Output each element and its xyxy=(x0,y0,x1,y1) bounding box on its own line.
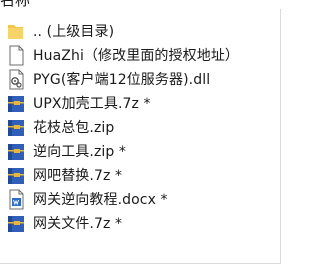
archive-icon xyxy=(6,116,26,138)
file-name: 网关文件.7z * xyxy=(33,216,123,232)
list-item-archive[interactable]: 网吧替换.7z * xyxy=(6,163,250,187)
file-list: .. (上级目录) HuaZhi（修改里面的授权地址） PYG(客户端12位服务… xyxy=(6,19,250,235)
archive-icon xyxy=(6,140,26,162)
list-item-archive[interactable]: UPX加壳工具.7z * xyxy=(6,91,250,115)
dll-file-icon xyxy=(6,68,26,90)
archive-icon xyxy=(6,212,26,234)
file-name: 逆向工具.zip * xyxy=(33,144,127,160)
list-item-text-file[interactable]: HuaZhi（修改里面的授权地址） xyxy=(6,43,250,67)
file-name: HuaZhi（修改里面的授权地址） xyxy=(33,48,240,64)
file-name: PYG(客户端12位服务器).dll xyxy=(33,72,211,88)
file-name: 网吧替换.7z * xyxy=(33,168,123,184)
text-file-icon xyxy=(6,44,26,66)
archive-icon xyxy=(6,164,26,186)
list-item-archive[interactable]: 网关文件.7z * xyxy=(6,211,250,235)
file-name: 网关逆向教程.docx * xyxy=(33,192,168,208)
column-header-name[interactable]: 名称 xyxy=(0,0,30,8)
list-item-parent-directory[interactable]: .. (上级目录) xyxy=(6,19,250,43)
file-list-pane: .. (上级目录) HuaZhi（修改里面的授权地址） PYG(客户端12位服务… xyxy=(0,9,281,264)
archive-icon xyxy=(6,92,26,114)
list-item-archive[interactable]: 花枝总包.zip xyxy=(6,115,250,139)
list-item-dll-file[interactable]: PYG(客户端12位服务器).dll xyxy=(6,67,250,91)
file-name: UPX加壳工具.7z * xyxy=(33,96,151,112)
file-name: 花枝总包.zip xyxy=(33,120,115,136)
list-item-archive[interactable]: 逆向工具.zip * xyxy=(6,139,250,163)
word-document-icon xyxy=(6,188,26,210)
file-name: .. (上级目录) xyxy=(33,24,115,40)
list-item-word-document[interactable]: 网关逆向教程.docx * xyxy=(6,187,250,211)
folder-up-icon xyxy=(6,20,26,42)
